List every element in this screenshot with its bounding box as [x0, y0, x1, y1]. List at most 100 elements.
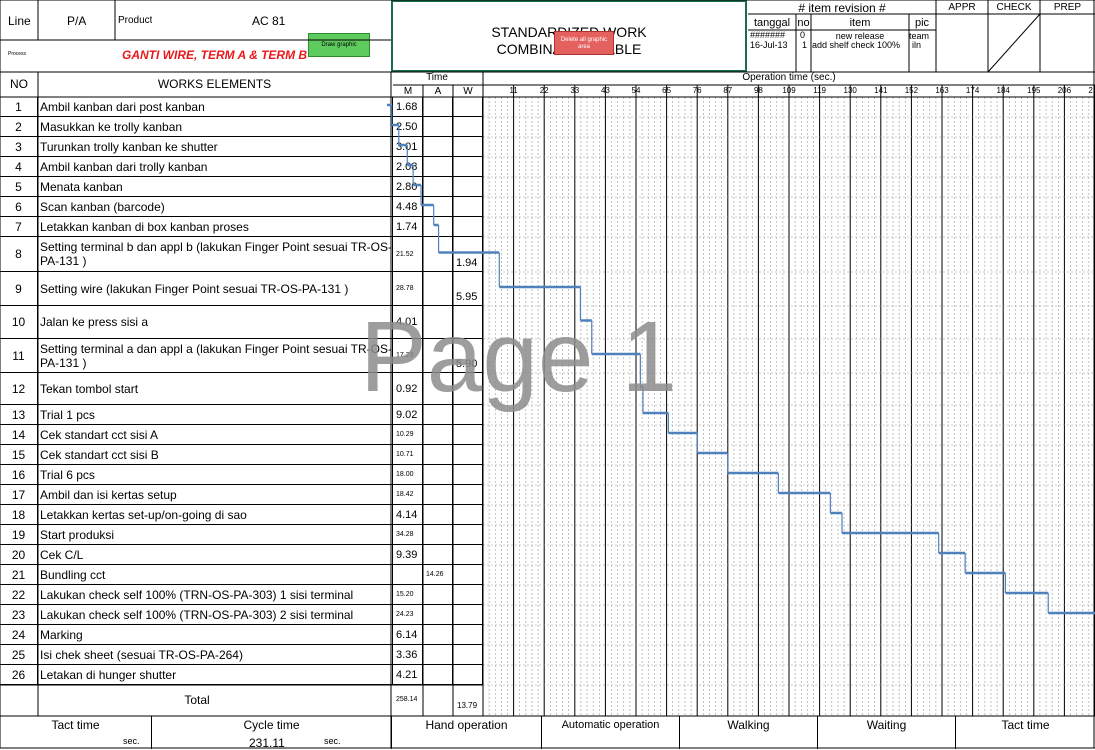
row-number: 12 [0, 373, 38, 405]
walk-time: 1.94 [453, 237, 483, 272]
appr-label: APPR [948, 2, 976, 13]
auto-time [423, 585, 453, 605]
tick-label: 184 [996, 86, 1010, 95]
footer-tact: Tact time sec. [0, 716, 152, 749]
rev-row-1-no: 1 [802, 40, 808, 50]
tact-sec: sec. [123, 736, 140, 746]
legend-walking: Walking [680, 716, 818, 749]
manual-time: 21.52 [393, 237, 423, 272]
row-number: 25 [0, 645, 38, 665]
total-label: Total [184, 693, 210, 707]
work-element-label: Cek standart cct sisi B [38, 445, 393, 465]
manual-time: 4.14 [393, 505, 423, 525]
revision-title: # item revision # [798, 1, 886, 15]
work-element-label: Lakukan check self 100% (TRN-OS-PA-303) … [38, 605, 393, 625]
auto-time [423, 545, 453, 565]
work-element-label: Start produksi [38, 525, 393, 545]
walk-time [453, 545, 483, 565]
manual-time: 3.36 [393, 645, 423, 665]
row-number: 13 [0, 405, 38, 425]
tick-label: 33 [570, 86, 580, 95]
row-number: 18 [0, 505, 38, 525]
manual-time: 18.00 [393, 465, 423, 485]
rev-row-1-pic: iln [912, 40, 922, 50]
row-number: 22 [0, 585, 38, 605]
walk-time [453, 445, 483, 465]
row-number: 10 [0, 306, 38, 339]
walk-time [453, 485, 483, 505]
manual-time: 1.68 [393, 97, 423, 117]
rev-col-pic: pic [914, 17, 930, 29]
legend-waiting: Waiting [818, 716, 956, 749]
row-number: 24 [0, 625, 38, 645]
product-label: Product [118, 15, 153, 26]
auto-time [423, 217, 453, 237]
total-w: 13.79 [457, 701, 478, 710]
work-element-label: Letakkan kertas set-up/on-going di sao [38, 505, 393, 525]
work-element-label: Letakan di hunger shutter [38, 665, 393, 685]
auto-time [423, 665, 453, 685]
auto-time [423, 605, 453, 625]
pa-label: P/A [67, 14, 87, 28]
manual-time: 1.74 [393, 217, 423, 237]
work-element-label: Lakukan check self 100% (TRN-OS-PA-303) … [38, 585, 393, 605]
tick-label: 109 [782, 86, 796, 95]
auto-time [423, 97, 453, 117]
line-label: Line [8, 14, 31, 28]
tick-label: 87 [723, 86, 733, 95]
work-element-label: Setting terminal a dan appl a (lakukan F… [38, 339, 393, 373]
col-operation-time: Operation time (sec.) [742, 72, 836, 83]
check-label: CHECK [996, 2, 1032, 13]
row-number: 8 [0, 237, 38, 272]
row-number: 7 [0, 217, 38, 237]
delete-graphic-button[interactable]: Delete all graphic area [554, 31, 614, 55]
auto-time [423, 237, 453, 272]
process-label: Process [8, 51, 27, 57]
rev-row-0-tanggal: ####### [750, 30, 786, 40]
walk-time [453, 605, 483, 625]
work-element-label: Turunkan trolly kanban ke shutter [38, 137, 393, 157]
work-element-label: Bundling cct [38, 565, 393, 585]
rev-col-no: no [797, 17, 810, 29]
footer-cycle: Cycle time 231.11 sec. [152, 716, 392, 750]
col-m: M [403, 86, 413, 97]
draw-graphic-button[interactable]: Draw graphic [308, 33, 370, 57]
auto-time [423, 197, 453, 217]
manual-time: 10.29 [393, 425, 423, 445]
row-number: 2 [0, 117, 38, 137]
process-name: GANTI WIRE, TERM A & TERM B [122, 48, 308, 62]
page-watermark: Page 1 [360, 301, 677, 413]
manual-time [393, 565, 423, 585]
tick-label: 217 [1088, 86, 1095, 95]
rev-row-0-no: 0 [800, 30, 806, 40]
manual-time: 3.01 [393, 137, 423, 157]
row-number: 4 [0, 157, 38, 177]
walk-time [453, 465, 483, 485]
walk-time [453, 425, 483, 445]
manual-time: 2.80 [393, 177, 423, 197]
auto-time [423, 137, 453, 157]
manual-time: 2.08 [393, 157, 423, 177]
walk-time [453, 665, 483, 685]
row-number: 15 [0, 445, 38, 465]
walk-time [453, 177, 483, 197]
tick-label: 65 [662, 86, 672, 95]
tick-label: 195 [1027, 86, 1041, 95]
work-element-label: Scan kanban (barcode) [38, 197, 393, 217]
work-element-label: Ambil dan isi kertas setup [38, 485, 393, 505]
work-element-label: Setting terminal b dan appl b (lakukan F… [38, 237, 393, 272]
manual-time: 10.71 [393, 445, 423, 465]
auto-time [423, 625, 453, 645]
total-m: 258.14 [396, 696, 418, 703]
tick-label: 76 [692, 86, 702, 95]
work-element-label: Letakkan kanban di box kanban proses [38, 217, 393, 237]
auto-time [423, 485, 453, 505]
auto-time [423, 645, 453, 665]
row-number: 17 [0, 485, 38, 505]
walk-time [453, 565, 483, 585]
row-number: 5 [0, 177, 38, 197]
rev-row-1-tanggal: 16-Jul-13 [750, 40, 788, 50]
work-element-label: Cek C/L [38, 545, 393, 565]
walk-time [453, 525, 483, 545]
tick-label: 163 [935, 86, 949, 95]
